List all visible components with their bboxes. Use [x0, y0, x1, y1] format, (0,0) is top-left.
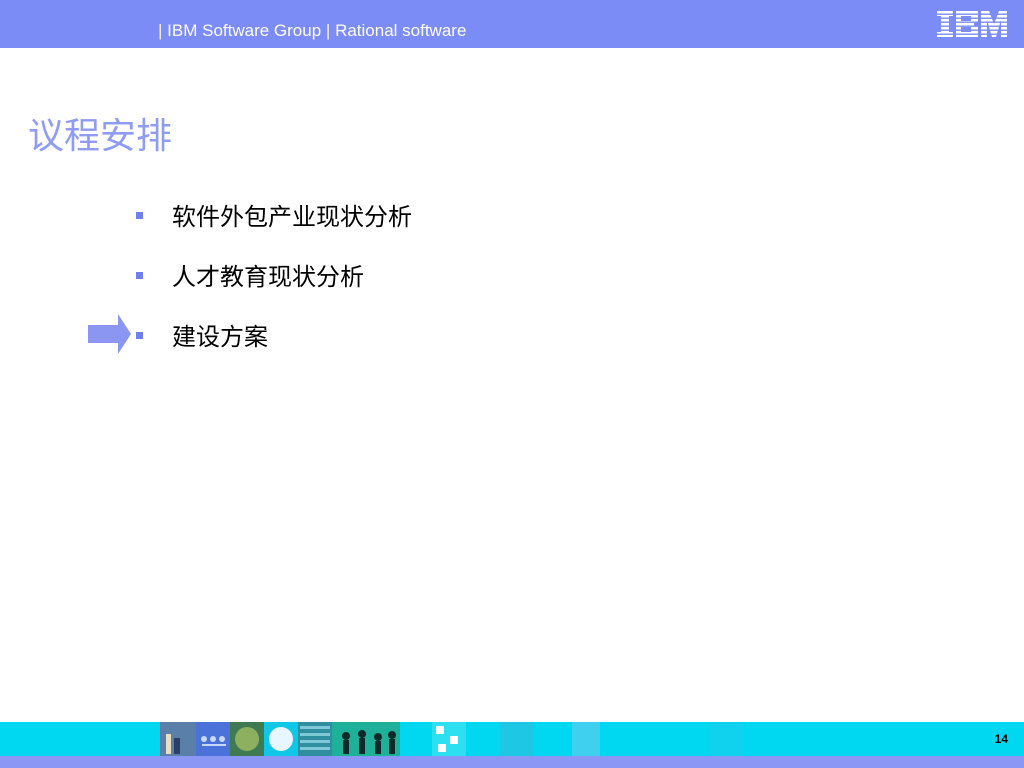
- agenda-item-text: 人才教育现状分析: [172, 263, 364, 291]
- agenda-item-text: 软件外包产业现状分析: [172, 203, 412, 231]
- footer-photo-strip: [160, 722, 744, 756]
- square-bullet-icon: [136, 332, 143, 339]
- square-bullet-icon: [136, 212, 143, 219]
- agenda-list: 软件外包产业现状分析 人才教育现状分析 建设方案: [0, 0, 1024, 400]
- page-number: 14: [994, 732, 1008, 746]
- agenda-item-text: 建设方案: [172, 323, 268, 351]
- footer-stripe: [0, 756, 1024, 768]
- arrow-right-icon: [88, 314, 131, 354]
- square-bullet-icon: [136, 272, 143, 279]
